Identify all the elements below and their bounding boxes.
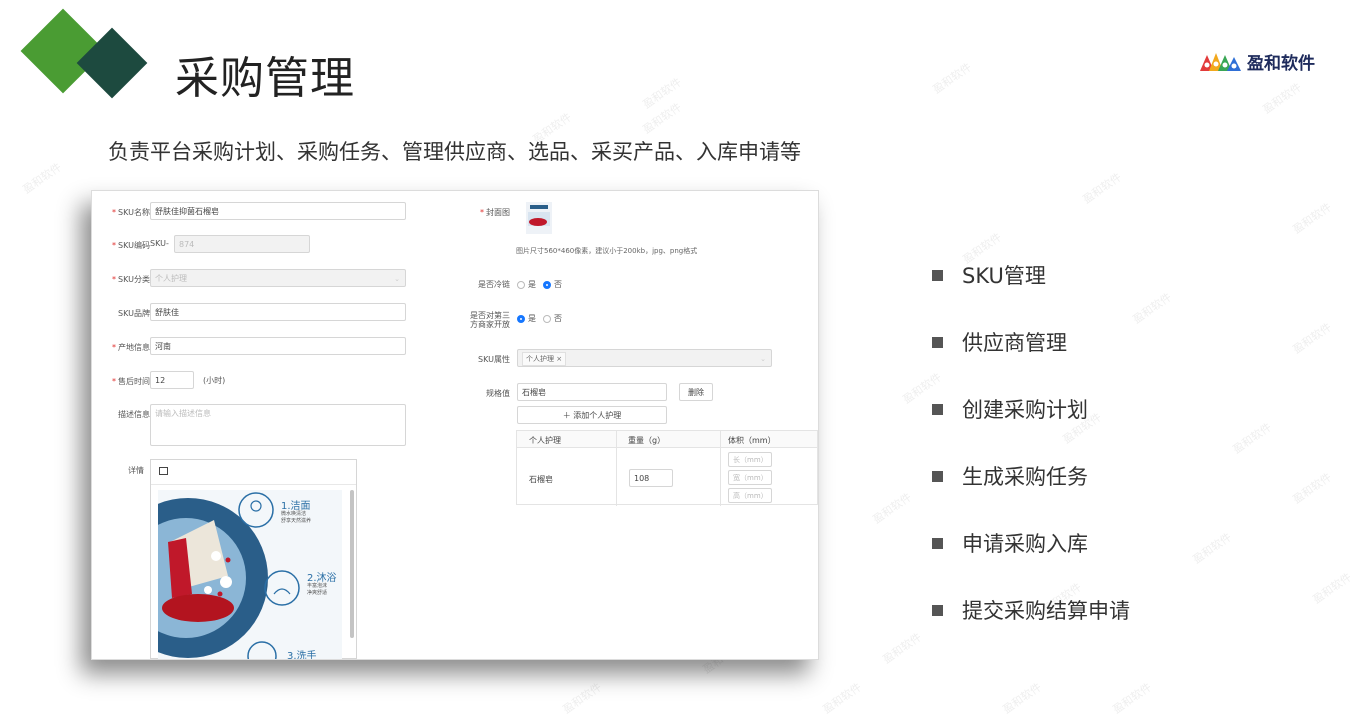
spec-label: 规格值 [486, 389, 510, 398]
add-spec-button[interactable]: ＋ 添加个人护理 [517, 406, 667, 424]
third-party-yes[interactable]: 是 [517, 313, 536, 324]
after-sale-unit: (小时) [203, 376, 226, 385]
watermark-text: 盈和软件 [1000, 680, 1045, 717]
spec-delete-button[interactable]: 删除 [679, 383, 713, 401]
watermark-text: 盈和软件 [870, 490, 915, 527]
length-input[interactable]: 长（mm） [728, 452, 772, 467]
sku-attr-tag[interactable]: 个人护理 × [522, 352, 567, 366]
watermark-text: 盈和软件 [1110, 680, 1155, 717]
origin-label: * 产地信息 [112, 343, 150, 352]
third-party-label: 是否对第三 方商家开放 [470, 311, 510, 329]
description-textarea[interactable]: 请输入描述信息 [150, 404, 406, 446]
step-2-desc: 丰富泡沫 净爽舒适 [307, 583, 328, 596]
bullet-square-icon [932, 470, 943, 482]
spec-value-input[interactable]: 石榴皂 [517, 383, 667, 401]
image-icon[interactable] [159, 467, 168, 475]
sku-name-label: * SKU名称 [112, 208, 150, 217]
sku-brand-input[interactable]: 舒肤佳 [150, 303, 406, 321]
sku-form-screenshot: * SKU名称 舒肤佳抑菌石榴皂 * SKU编码 SKU- 874 * SKU分类 个… [91, 190, 819, 660]
feature-item: 生成采购任务 [932, 461, 1088, 491]
cold-chain-yes[interactable]: 是 [517, 279, 536, 290]
third-party-no[interactable]: 否 [543, 313, 562, 324]
sku-brand-label: SKU品牌 [118, 309, 150, 318]
description-placeholder: 请输入描述信息 [155, 409, 211, 418]
company-logo: 盈和软件 [1200, 49, 1315, 74]
sku-attr-select[interactable]: 个人护理 × ⌄ [517, 349, 772, 367]
table-header-cell: 体积（mm） [728, 436, 776, 445]
feature-item: 申请采购入库 [932, 528, 1088, 558]
cold-chain-no[interactable]: 否 [543, 279, 562, 290]
sku-category-label: * SKU分类 [112, 275, 150, 284]
watermark-text: 盈和软件 [1080, 170, 1125, 207]
watermark-text: 盈和软件 [1260, 80, 1305, 117]
detail-label: 详情 [128, 466, 144, 475]
feature-item: SKU管理 [932, 260, 1046, 290]
editor-toolbar [151, 460, 356, 485]
watermark-text: 盈和软件 [1230, 420, 1275, 457]
bullet-square-icon [932, 537, 943, 549]
table-header-cell: 重量（g） [628, 436, 666, 445]
watermark-text: 盈和软件 [560, 680, 605, 717]
editor-scrollbar[interactable] [350, 490, 354, 638]
watermark-text: 盈和软件 [1130, 290, 1175, 327]
bullet-square-icon [932, 269, 943, 281]
sku-code-input[interactable]: 874 [174, 235, 310, 253]
watermark-text: 盈和软件 [20, 160, 65, 197]
height-input[interactable]: 高（mm） [728, 488, 772, 503]
page-subtitle: 负责平台采购计划、采购任务、管理供应商、选品、采买产品、入库申请等 [108, 140, 801, 164]
sku-name-input[interactable]: 舒肤佳抑菌石榴皂 [150, 202, 406, 220]
watermark-text: 盈和软件 [820, 680, 865, 717]
bullet-square-icon [932, 336, 943, 348]
cover-label: * 封面图 [480, 208, 510, 217]
watermark-text: 盈和软件 [1310, 570, 1355, 607]
sku-category-select[interactable]: 个人护理 ⌄ [150, 269, 406, 287]
watermark-text: 盈和软件 [880, 630, 925, 667]
step-1-title: 1.洁面 [281, 501, 311, 512]
feature-item: 供应商管理 [932, 327, 1067, 357]
detail-editor[interactable]: 1.洁面 微水唤清洁 舒享天然滋养 2.沐浴 丰富泡沫 净爽舒适 3.洗手 [150, 459, 357, 659]
table-header-cell: 个人护理 [529, 436, 561, 445]
watermark-text: 盈和软件 [1290, 200, 1335, 237]
watermark-text: 盈和软件 [1190, 530, 1235, 567]
origin-input[interactable]: 河南 [150, 337, 406, 355]
cover-thumbnail[interactable] [524, 200, 554, 236]
company-logo-icon [1200, 52, 1241, 71]
feature-item: 创建采购计划 [932, 394, 1088, 424]
spec-table: 个人护理 重量（g） 体积（mm） 石榴皂 108 长（mm） 宽（mm） 高（… [516, 430, 818, 506]
after-sale-input[interactable]: 12 [150, 371, 194, 389]
after-sale-label: * 售后时间 [112, 377, 150, 386]
cover-hint: 图片尺寸560*460像素，建议小于200kb，jpg、png格式 [516, 247, 698, 255]
sku-attr-label: SKU属性 [478, 355, 510, 364]
sku-code-prefix: SKU- [150, 239, 169, 248]
watermark-text: 盈和软件 [930, 60, 975, 97]
step-2-title: 2.沐浴 [307, 573, 337, 584]
sku-code-label: * SKU编码 [112, 241, 150, 250]
page-title: 采购管理 [175, 53, 355, 104]
watermark-text: 盈和软件 [1290, 320, 1335, 357]
company-logo-text: 盈和软件 [1247, 54, 1315, 74]
table-cell-name: 石榴皂 [529, 475, 553, 484]
chevron-down-icon: ⌄ [394, 275, 400, 283]
weight-input[interactable]: 108 [629, 469, 673, 487]
close-icon[interactable]: × [556, 355, 562, 363]
cold-chain-label: 是否冷链 [478, 280, 510, 289]
chevron-down-icon: ⌄ [760, 355, 766, 363]
step-1-desc: 微水唤清洁 舒享天然滋养 [281, 511, 312, 524]
step-3-title: 3.洗手 [287, 651, 317, 660]
bullet-square-icon [932, 403, 943, 415]
watermark-text: 盈和软件 [1290, 470, 1335, 507]
description-label: 描述信息 [118, 410, 150, 419]
feature-item: 提交采购结算申请 [932, 595, 1130, 625]
bullet-square-icon [932, 604, 943, 616]
width-input[interactable]: 宽（mm） [728, 470, 772, 485]
